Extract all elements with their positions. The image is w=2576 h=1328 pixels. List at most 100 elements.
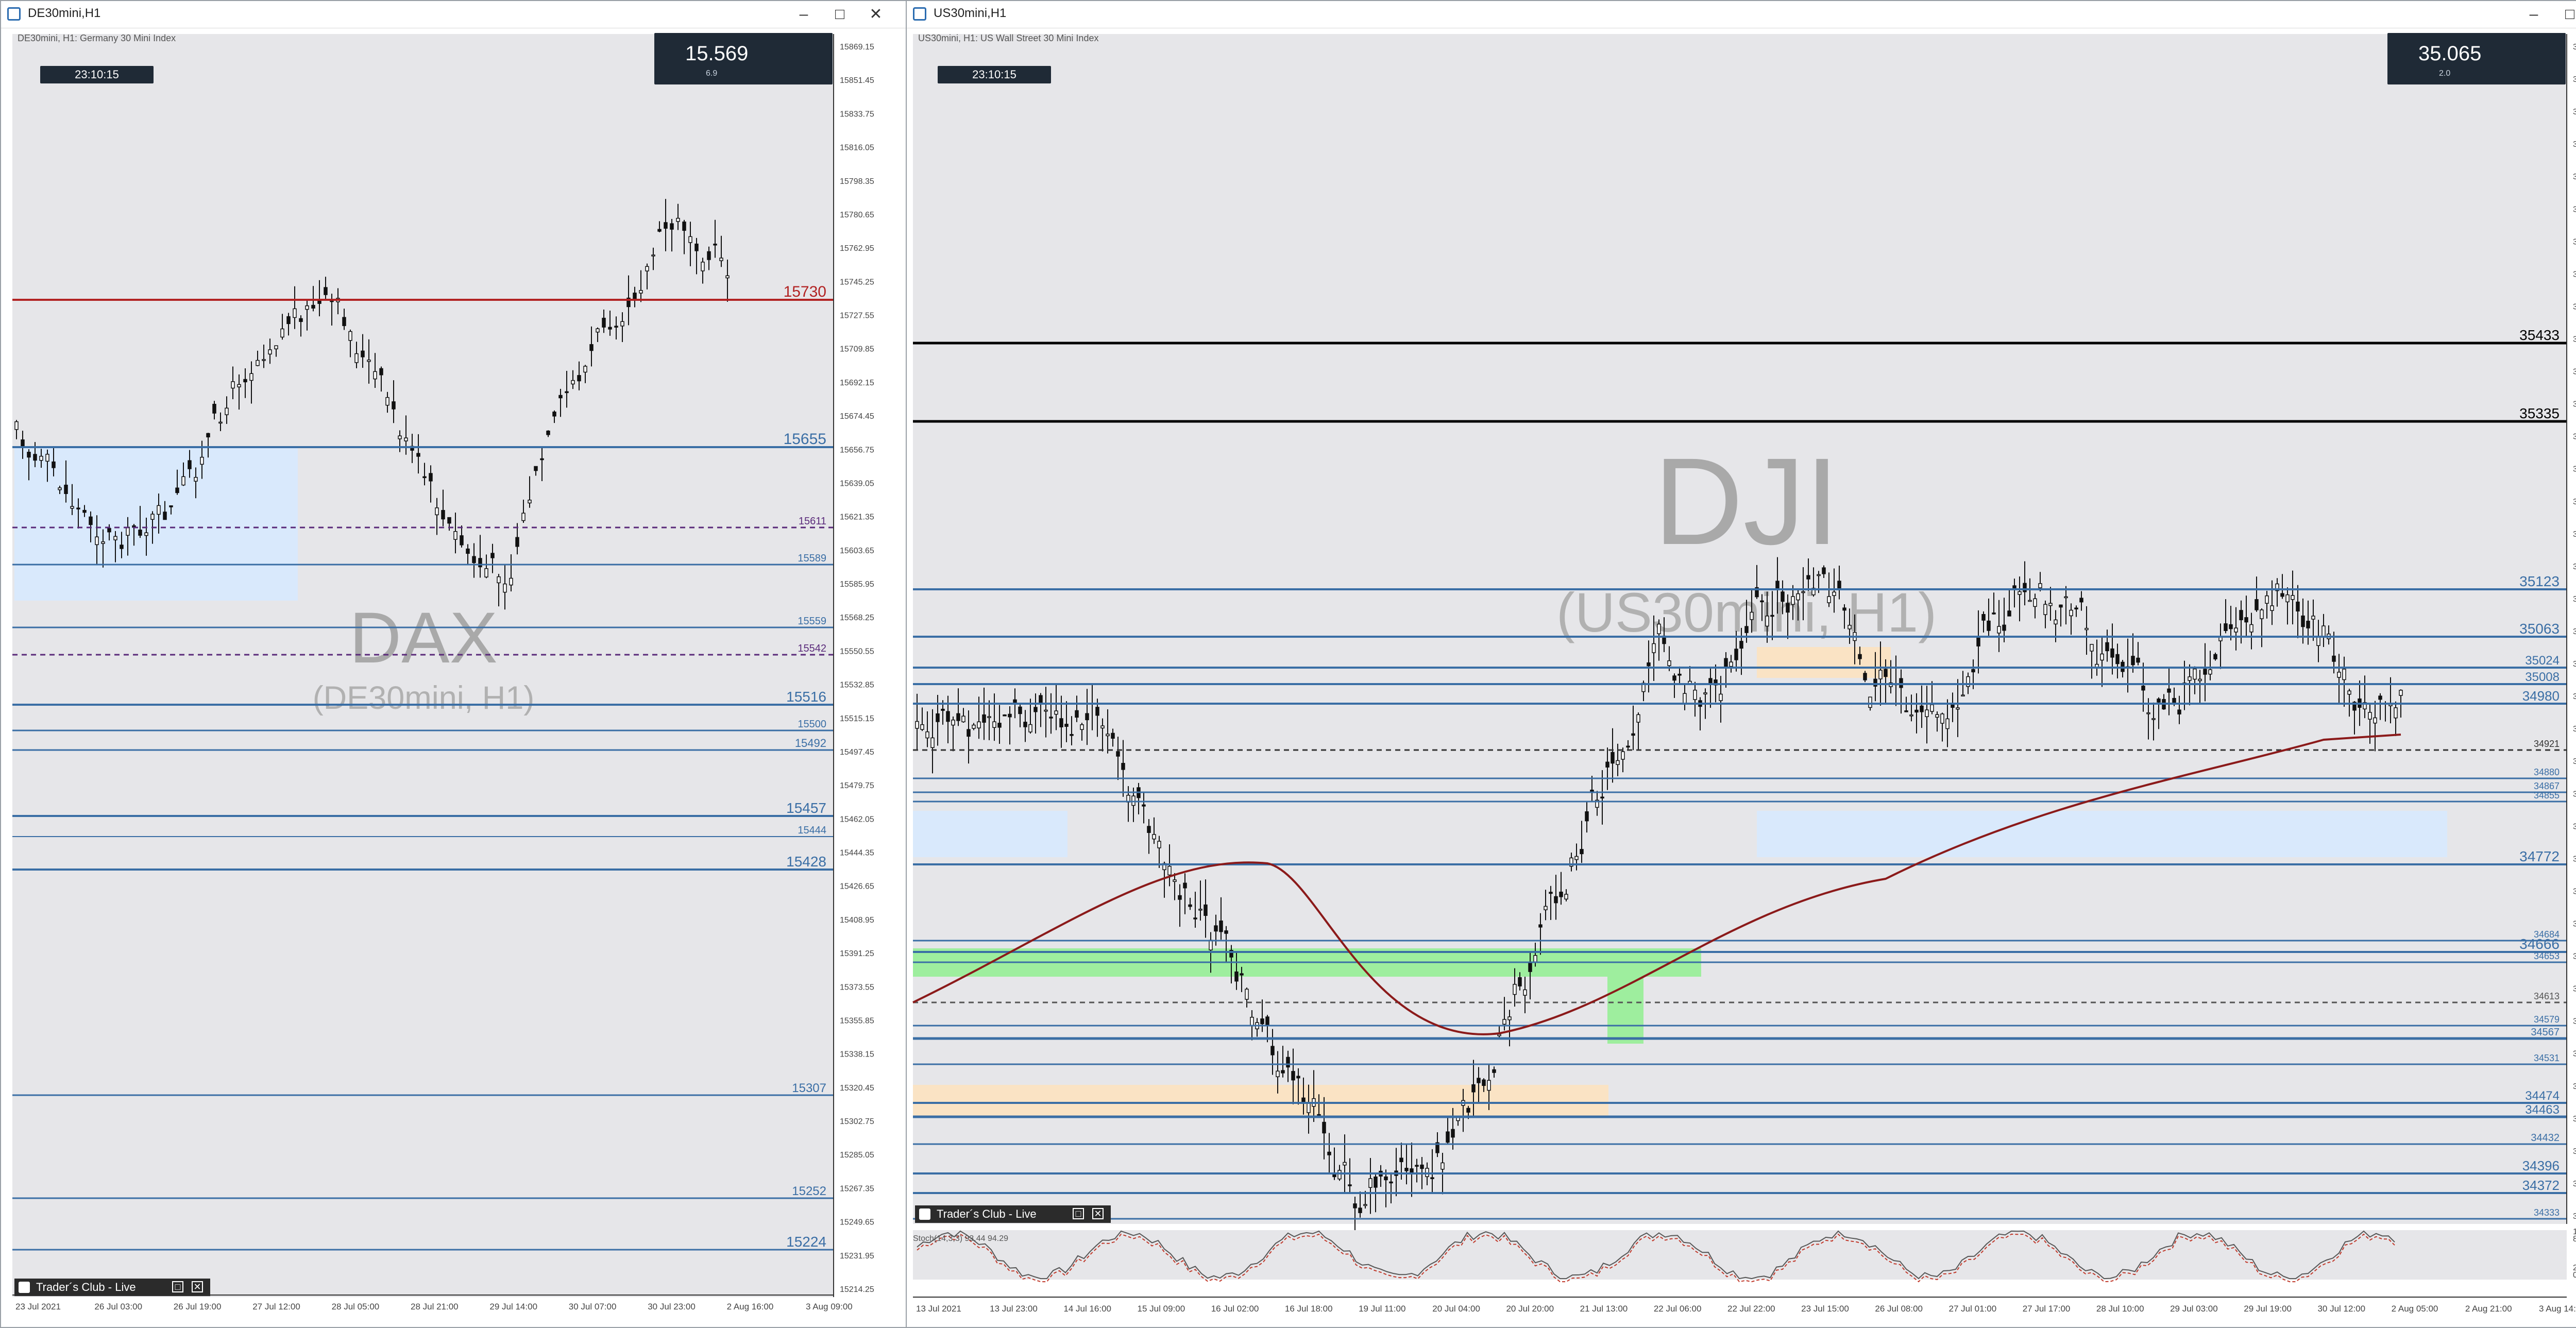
- candle-body: [682, 222, 686, 231]
- level-label: 34613: [2534, 991, 2560, 1001]
- candle-body: [540, 458, 544, 461]
- candle-body: [1837, 581, 1841, 589]
- price-axis-label: 35321.50: [2573, 433, 2576, 441]
- candle-body: [936, 713, 940, 722]
- candle-body: [460, 535, 464, 546]
- candle-body: [398, 435, 402, 439]
- candle-body: [1446, 1131, 1450, 1143]
- maximize-button[interactable]: □: [2555, 4, 2576, 25]
- candle-body: [1796, 593, 1800, 601]
- right-price-widget[interactable]: 35.065 2.0: [2387, 33, 2566, 84]
- candle-body: [1183, 882, 1187, 889]
- price-axis-label: 35731.50: [2573, 108, 2576, 116]
- panel-close-icon[interactable]: ✕: [1092, 1208, 1104, 1219]
- left-window-title: DE30mini,H1: [28, 6, 101, 20]
- maximize-button[interactable]: □: [825, 4, 854, 25]
- close-button[interactable]: ✕: [861, 4, 890, 25]
- left-price-widget[interactable]: 15.569 6.9: [654, 33, 833, 84]
- candle-body: [1806, 575, 1810, 580]
- candle-body: [206, 433, 210, 438]
- price-axis-label: 34419.50: [2573, 1147, 2576, 1156]
- right-titlebar[interactable]: US30mini,H1 – □ ✕: [907, 1, 2576, 28]
- candle-body: [987, 716, 991, 718]
- candle-body: [2368, 712, 2372, 720]
- candle-body: [2373, 717, 2377, 724]
- price-axis-label: 15497.45: [840, 748, 874, 757]
- candle-body: [157, 505, 161, 515]
- candle-body: [608, 327, 612, 330]
- price-axis-label: 35690.50: [2573, 140, 2576, 149]
- candle-body: [1343, 1162, 1347, 1166]
- price-axis-label: 15692.15: [840, 379, 874, 387]
- candle-body: [70, 506, 74, 509]
- candle-body: [1270, 1046, 1275, 1055]
- minimize-button[interactable]: –: [2519, 4, 2548, 25]
- right-price-main: 35.065: [2418, 42, 2482, 65]
- candle-body: [1842, 607, 1846, 611]
- price-axis-label: 15231.95: [840, 1252, 874, 1261]
- price-axis-label: 15851.45: [840, 76, 874, 85]
- candle-body: [89, 516, 93, 525]
- left-tradersclub-panel[interactable]: Trader´s Club - Live □ ✕: [14, 1279, 210, 1296]
- level-label: 34579: [2534, 1014, 2560, 1025]
- price-axis-label: 15568.25: [840, 614, 874, 622]
- panel-close-icon[interactable]: ✕: [192, 1281, 203, 1292]
- candle-body: [441, 510, 445, 520]
- price-axis-label: 34378.50: [2573, 1180, 2576, 1188]
- candle-body: [552, 412, 556, 417]
- candle-body: [571, 380, 575, 385]
- candle-body: [1786, 603, 1790, 613]
- time-axis-label: 3 Aug 14:00: [2539, 1304, 2576, 1314]
- candle-body: [521, 513, 526, 521]
- left-symbol-desc: DE30mini, H1: Germany 30 Mini Index: [18, 33, 176, 43]
- candle-body: [1564, 894, 1568, 900]
- left-price-spread: 6.9: [706, 69, 718, 78]
- price-axis-label: 34747.50: [2573, 887, 2576, 896]
- candle-body: [1580, 849, 1584, 855]
- price-axis-label: 15798.35: [840, 177, 874, 186]
- candle-body: [2157, 699, 2161, 703]
- candle-body: [200, 456, 204, 465]
- price-axis-label: 15532.85: [840, 681, 874, 690]
- candle-body: [1085, 713, 1089, 721]
- candle-body: [1358, 1207, 1362, 1213]
- candle-body: [1440, 1162, 1445, 1170]
- candle-body: [1322, 1121, 1326, 1134]
- time-axis-label: 16 Jul 18:00: [1285, 1304, 1333, 1314]
- candle-body: [688, 236, 692, 243]
- candle-body: [1930, 704, 1934, 712]
- candle-body: [144, 532, 148, 536]
- zone-rectangle: [14, 446, 298, 601]
- candle-body: [2064, 596, 2068, 599]
- candle-body: [256, 360, 260, 366]
- candle-body: [1523, 989, 1527, 996]
- candle-body: [373, 371, 377, 380]
- level-label: 34567: [2531, 1027, 2560, 1038]
- right-price-chart[interactable]: DJI(US30mini, H1)35433353353512335063350…: [907, 29, 2576, 1328]
- panel-restore-icon[interactable]: □: [1073, 1208, 1084, 1219]
- candle-body: [1631, 733, 1635, 736]
- candle-body: [992, 721, 996, 728]
- candle-body: [2378, 695, 2382, 700]
- candle-body: [1054, 710, 1058, 715]
- panel-restore-icon[interactable]: □: [172, 1281, 183, 1292]
- candle-body: [1724, 658, 1728, 667]
- candle-body: [2177, 709, 2181, 714]
- level-label: 34396: [2522, 1158, 2560, 1173]
- level-label: 15611: [799, 516, 826, 527]
- time-axis-label: 26 Jul 03:00: [94, 1302, 142, 1312]
- minimize-button[interactable]: –: [789, 4, 818, 25]
- candle-body: [52, 461, 56, 468]
- level-label: 34666: [2519, 936, 2560, 952]
- right-tradersclub-panel[interactable]: Trader´s Club - Live □ ✕: [915, 1205, 1111, 1223]
- candle-body: [45, 454, 49, 462]
- candle-body: [1399, 1157, 1403, 1163]
- left-price-chart[interactable]: DAX(DE30mini, H1) 15730 15655 15611 15589 155…: [1, 29, 907, 1328]
- candle-body: [2234, 627, 2238, 633]
- price-axis-label: 34911.50: [2573, 757, 2576, 766]
- candle-body: [565, 391, 569, 394]
- candle-body: [1363, 1204, 1367, 1206]
- left-titlebar[interactable]: DE30mini,H1 – □ ✕: [1, 1, 907, 28]
- candle-body: [39, 455, 43, 461]
- candle-body: [1827, 596, 1831, 603]
